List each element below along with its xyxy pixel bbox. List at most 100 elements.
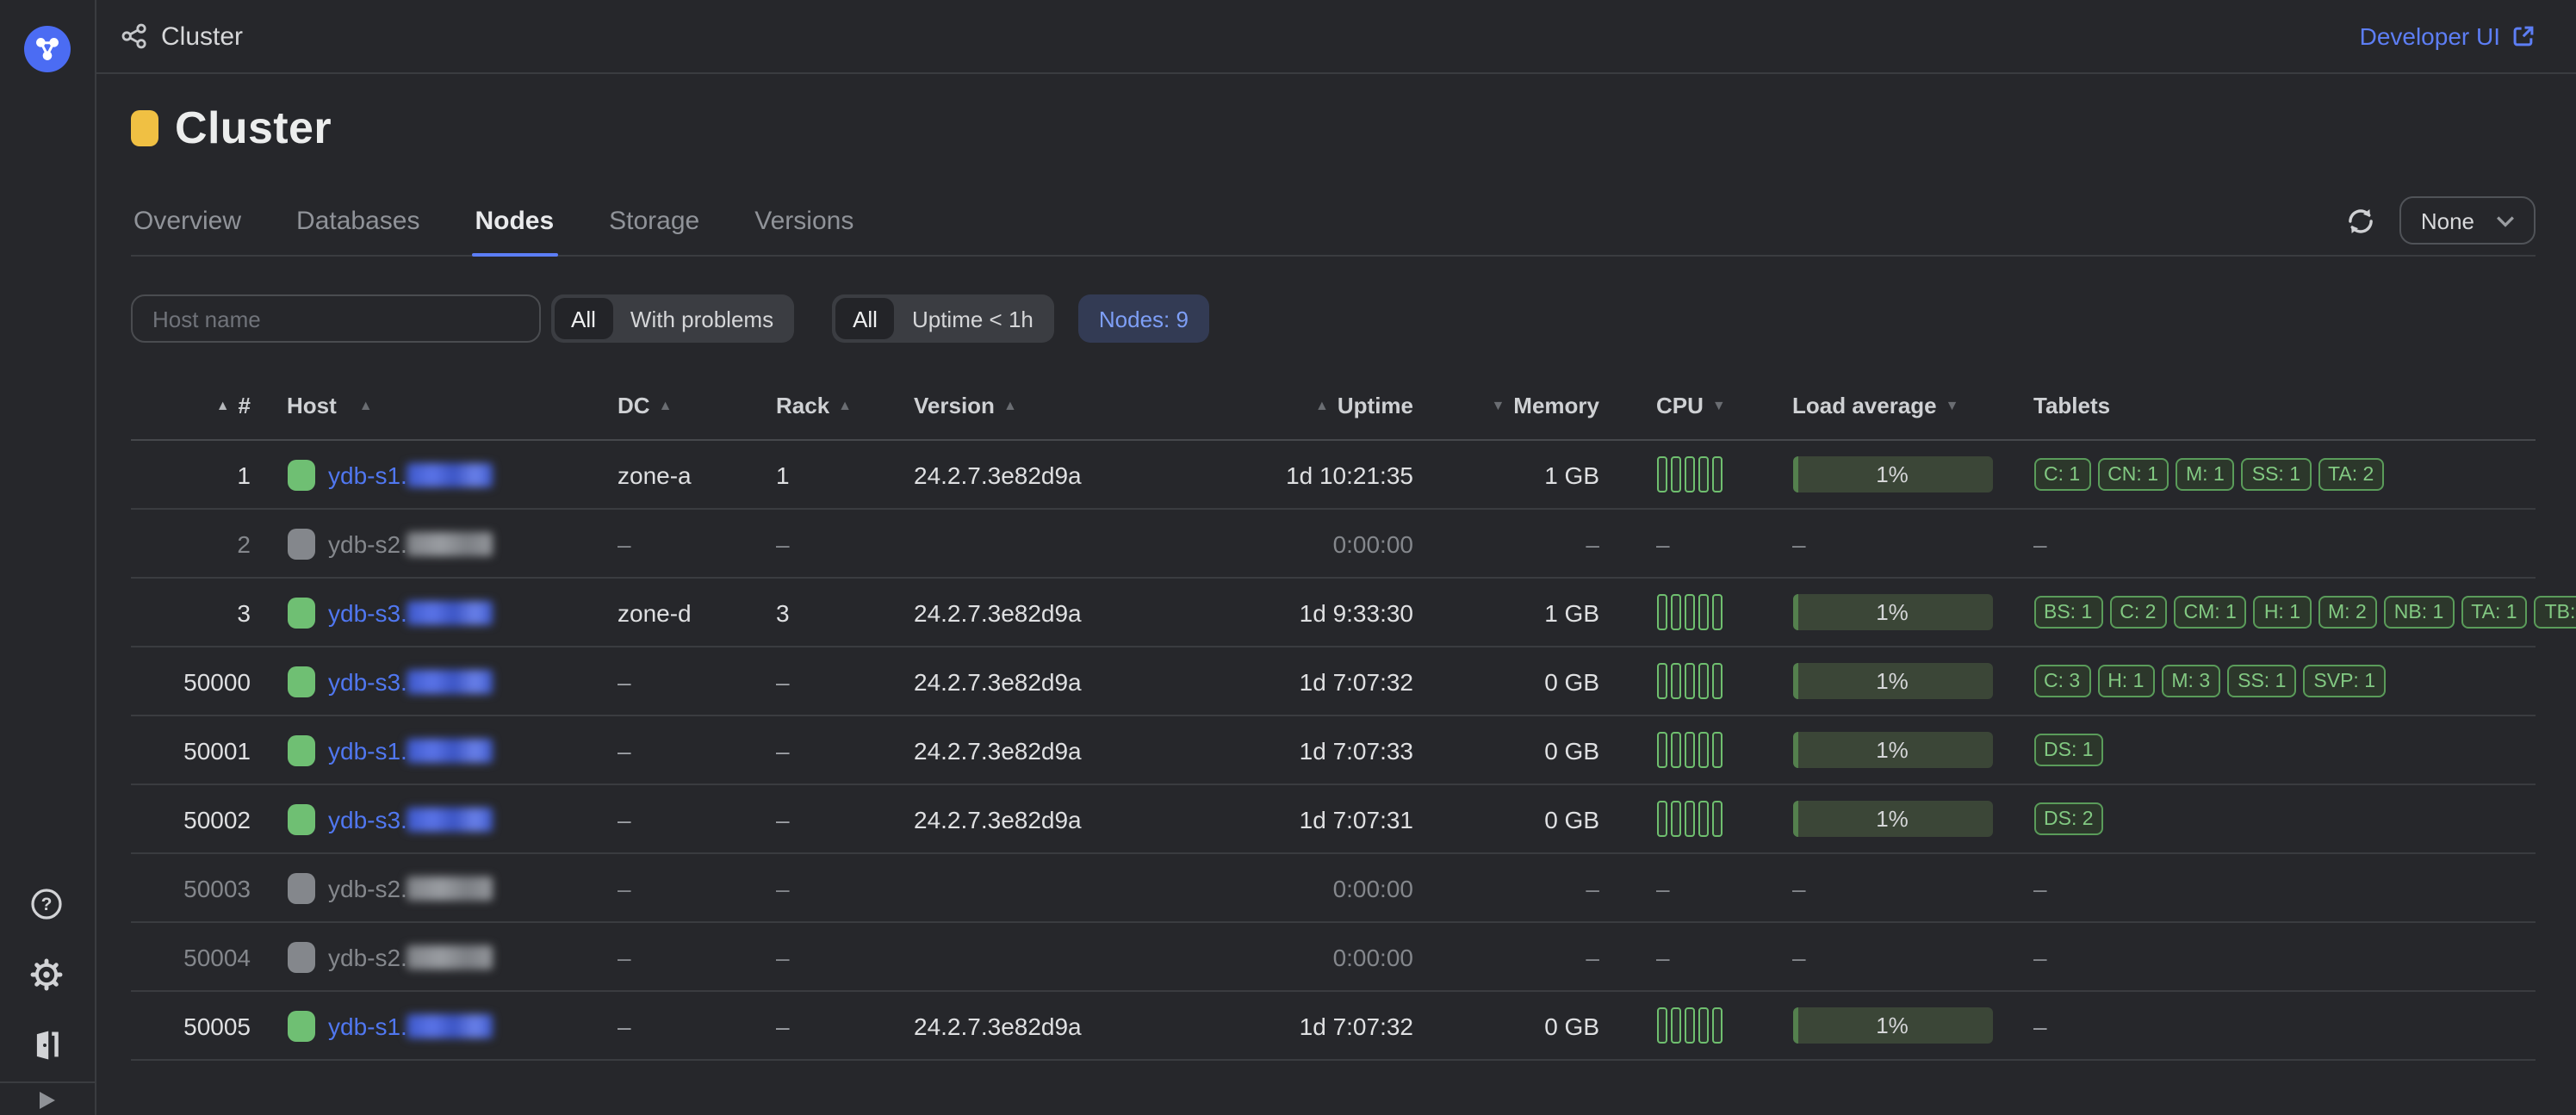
column-header-num[interactable]: ▲# [130, 393, 251, 418]
autorefresh-select[interactable]: None [2400, 196, 2535, 245]
cell-cpu: – [1599, 943, 1751, 970]
column-label-num: # [239, 393, 251, 418]
main-area: Cluster Developer UI Cluster Overview Dat… [96, 0, 2576, 1115]
cpu-bar [1685, 594, 1695, 630]
tab-overview[interactable]: Overview [130, 207, 245, 255]
cell-rack: – [776, 874, 914, 901]
developer-ui-link[interactable]: Developer UI [2360, 22, 2535, 50]
cell-uptime: 1d 7:07:31 [1207, 805, 1413, 833]
tab-versions[interactable]: Versions [751, 207, 857, 255]
cpu-bar [1670, 594, 1680, 630]
cell-load: 1% [1751, 663, 2027, 699]
load-average-bar: 1% [1792, 801, 1992, 837]
empty-value: – [1586, 530, 1599, 557]
load-average-value: 1% [1876, 599, 1909, 625]
sort-arrow-icon: ▲ [359, 399, 373, 412]
load-average-value: 1% [1876, 461, 1909, 487]
host-link[interactable]: ydb-s1. [328, 736, 493, 764]
tab-nodes[interactable]: Nodes [471, 207, 557, 255]
expand-sidebar-button[interactable] [0, 1081, 94, 1115]
tablet-badges: BS: 1C: 2CM: 1H: 1M: 2NB: 1TA: 1TB: 1 [2033, 596, 2576, 629]
cell-num: 3 [130, 598, 251, 626]
empty-value: – [1656, 874, 1670, 901]
column-header-dc[interactable]: DC▲ [618, 393, 776, 418]
cell-rack: – [776, 667, 914, 695]
cpu-bar [1698, 801, 1709, 837]
host-link[interactable]: ydb-s1. [328, 1012, 493, 1039]
host-link[interactable]: ydb-s3. [328, 667, 493, 695]
cell-num: 2 [130, 530, 251, 557]
tabs: Overview Databases Nodes Storage Versions [130, 207, 905, 255]
refresh-button[interactable] [2345, 205, 2376, 236]
tab-storage[interactable]: Storage [605, 207, 703, 255]
node-status-icon [287, 597, 314, 628]
cell-memory: – [1413, 874, 1599, 901]
cell-rack: – [776, 1012, 914, 1039]
sort-arrow-icon: ▲ [216, 399, 230, 412]
column-header-rack[interactable]: Rack▲ [776, 393, 914, 418]
breadcrumb[interactable]: Cluster [120, 22, 243, 51]
help-icon[interactable]: ? [30, 886, 65, 920]
tablet-badges: C: 3H: 1M: 3SS: 1SVP: 1 [2033, 665, 2393, 697]
cpu-bar [1656, 663, 1667, 699]
censored-host-suffix [407, 738, 493, 762]
settings-icon[interactable] [30, 957, 65, 991]
problems-filter-option-all[interactable]: All [554, 298, 613, 339]
cell-cpu [1599, 801, 1751, 837]
tab-databases[interactable]: Databases [293, 207, 423, 255]
tablet-badge: DS: 2 [2033, 802, 2104, 835]
table-row: 2ydb-s2.––0:00:00–––– [130, 510, 2535, 579]
uptime-filter-option-all[interactable]: All [835, 298, 895, 339]
page-title: Cluster [175, 102, 332, 155]
empty-value: – [618, 805, 631, 833]
nodes-table: ▲#Host▲DC▲Rack▲Version▲▲Uptime▼MemoryCPU… [130, 372, 2535, 1061]
host-link[interactable]: ydb-s1. [328, 461, 493, 488]
column-header-memory[interactable]: ▼Memory [1413, 393, 1599, 418]
cell-uptime: 0:00:00 [1207, 943, 1413, 970]
empty-value: – [776, 805, 790, 833]
cpu-bar [1670, 732, 1680, 768]
column-label-rack: Rack [776, 393, 829, 418]
cell-num: 1 [130, 461, 251, 488]
empty-value: – [618, 943, 631, 970]
column-label-load: Load average [1792, 393, 1937, 418]
column-header-uptime[interactable]: ▲Uptime [1207, 393, 1413, 418]
censored-host-suffix [407, 945, 493, 969]
cell-uptime: 0:00:00 [1207, 530, 1413, 557]
node-status-icon [287, 872, 314, 903]
cpu-bar [1685, 663, 1695, 699]
cell-memory: – [1413, 530, 1599, 557]
load-average-bar: 1% [1792, 732, 1992, 768]
problems-filter-option-with-problems[interactable]: With problems [613, 298, 791, 339]
problems-filter-toggle: AllWith problems [550, 294, 794, 343]
cell-uptime: 1d 10:21:35 [1207, 461, 1413, 488]
chevron-down-icon [2495, 214, 2514, 226]
cpu-usage-bars [1656, 1007, 1723, 1044]
load-average-value: 1% [1876, 806, 1909, 832]
censored-host-suffix [407, 600, 493, 624]
column-header-host[interactable]: Host▲ [251, 393, 618, 418]
host-link[interactable]: ydb-s3. [328, 805, 493, 833]
ydb-logo[interactable] [24, 26, 71, 72]
cell-host: ydb-s1. [251, 459, 618, 490]
cell-memory: 0 GB [1413, 1012, 1599, 1039]
load-average-value: 1% [1876, 668, 1909, 694]
column-label-version: Version [914, 393, 995, 418]
cell-cpu: – [1599, 874, 1751, 901]
column-label-cpu: CPU [1656, 393, 1704, 418]
host-name-input[interactable] [130, 294, 540, 343]
cell-rack: – [776, 736, 914, 764]
cpu-bar [1698, 1007, 1709, 1044]
cpu-bar [1670, 663, 1680, 699]
cell-version: 24.2.7.3e82d9a [914, 1012, 1207, 1039]
column-header-cpu[interactable]: CPU▼ [1599, 393, 1751, 418]
empty-value: – [776, 1012, 790, 1039]
cell-load: – [1751, 874, 2027, 901]
load-average-value: 1% [1876, 1013, 1909, 1038]
column-header-load[interactable]: Load average▼ [1751, 393, 2027, 418]
column-header-version[interactable]: Version▲ [914, 393, 1207, 418]
cell-host: ydb-s2. [251, 872, 618, 903]
logout-icon[interactable] [30, 1027, 65, 1062]
host-link[interactable]: ydb-s3. [328, 598, 493, 626]
uptime-filter-option-uptime-1h[interactable]: Uptime < 1h [895, 298, 1051, 339]
